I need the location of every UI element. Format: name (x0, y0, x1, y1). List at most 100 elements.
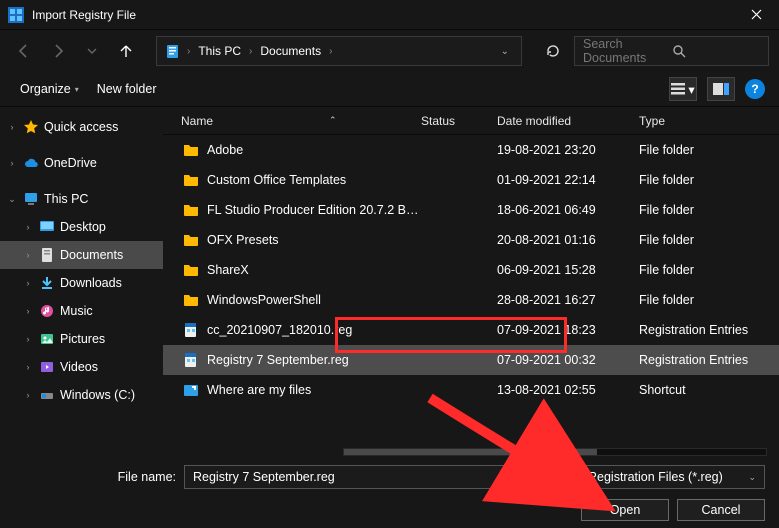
open-button[interactable]: Open (581, 499, 669, 521)
file-row[interactable]: Registry 7 September.reg 07-09-2021 00:32… (163, 345, 779, 375)
forward-button[interactable] (44, 37, 72, 65)
filename-input[interactable]: Registry 7 September.reg ⌄ (184, 465, 571, 489)
cancel-button[interactable]: Cancel (677, 499, 765, 521)
regedit-icon (8, 7, 24, 23)
documents-icon (38, 246, 56, 264)
pc-icon (22, 190, 40, 208)
file-name: Adobe (207, 143, 421, 157)
file-row[interactable]: Adobe 19-08-2021 23:20File folder (163, 135, 779, 165)
back-button[interactable] (10, 37, 38, 65)
file-row[interactable]: Where are my files13-08-2021 02:55Shortc… (163, 375, 779, 405)
title-bar: Import Registry File (0, 0, 779, 30)
file-name: Custom Office Templates (207, 173, 421, 187)
file-row[interactable]: WindowsPowerShell28-08-2021 16:27File fo… (163, 285, 779, 315)
file-date: 06-09-2021 15:28 (497, 263, 639, 277)
organize-menu[interactable]: Organize▾ (14, 78, 85, 100)
sidebar-item-music[interactable]: › Music (0, 297, 163, 325)
address-bar[interactable]: › This PC › Documents › ⌄ (156, 36, 522, 66)
chevron-right-icon: › (329, 46, 332, 57)
music-icon (38, 302, 56, 320)
file-name: FL Studio Producer Edition 20.7.2 Build … (207, 203, 421, 217)
nav-bar: › This PC › Documents › ⌄ Search Documen… (0, 30, 779, 72)
drive-icon (38, 386, 56, 404)
documents-icon (165, 43, 181, 59)
file-date: 07-09-2021 00:32 (497, 353, 639, 367)
file-type-filter[interactable]: Registration Files (*.reg) ⌄ (579, 465, 765, 489)
chevron-down-icon: ⌄ (6, 194, 18, 205)
file-row[interactable]: ShareX06-09-2021 15:28File folder (163, 255, 779, 285)
file-type: File folder (639, 203, 779, 217)
file-name: OFX Presets (207, 233, 421, 247)
sidebar-item-windows-c[interactable]: › Windows (C:) (0, 381, 163, 409)
column-name[interactable]: Name (181, 114, 213, 128)
file-date: 18-06-2021 06:49 (497, 203, 639, 217)
sort-asc-icon: ⌃ (329, 115, 337, 126)
column-date[interactable]: Date modified (497, 114, 639, 128)
file-type: File folder (639, 143, 779, 157)
cloud-icon (22, 154, 40, 172)
file-type: Registration Entries (639, 323, 779, 337)
search-field[interactable]: Search Documents (574, 36, 769, 66)
chevron-down-icon[interactable]: ⌄ (554, 472, 562, 483)
downloads-icon (38, 274, 56, 292)
breadcrumb-thispc[interactable]: This PC (192, 40, 247, 62)
file-name: Registry 7 September.reg (207, 353, 421, 367)
sidebar-item-downloads[interactable]: › Downloads (0, 269, 163, 297)
videos-icon (38, 358, 56, 376)
file-row[interactable]: cc_20210907_182010.reg 07-09-2021 18:23Re… (163, 315, 779, 345)
preview-pane-button[interactable] (707, 77, 735, 101)
file-type: File folder (639, 173, 779, 187)
sidebar-item-documents[interactable]: › Documents (0, 241, 163, 269)
folder-icon (181, 170, 201, 190)
file-name: WindowsPowerShell (207, 293, 421, 307)
dialog-footer: File name: Registry 7 September.reg ⌄ Re… (0, 458, 779, 528)
sidebar-item-pictures[interactable]: › Pictures (0, 325, 163, 353)
address-dropdown[interactable]: ⌄ (493, 42, 517, 61)
up-button[interactable] (112, 37, 140, 65)
search-placeholder: Search Documents (583, 37, 672, 65)
file-name: Where are my files (207, 383, 421, 397)
column-status[interactable]: Status (421, 114, 497, 128)
file-name: cc_20210907_182010.reg (207, 323, 421, 337)
sidebar-item-onedrive[interactable]: › OneDrive (0, 149, 163, 177)
column-headers[interactable]: Name ⌃ Status Date modified Type (163, 107, 779, 135)
filename-label: File name: (0, 470, 176, 484)
file-date: 19-08-2021 23:20 (497, 143, 639, 157)
shortcut-icon (181, 380, 201, 400)
sidebar-item-quick-access[interactable]: › Quick access (0, 113, 163, 141)
file-type: File folder (639, 233, 779, 247)
sidebar-item-thispc[interactable]: ⌄ This PC (0, 185, 163, 213)
horizontal-scrollbar[interactable] (343, 448, 767, 456)
file-date: 01-09-2021 22:14 (497, 173, 639, 187)
folder-icon (181, 290, 201, 310)
file-date: 20-08-2021 01:16 (497, 233, 639, 247)
view-list-button[interactable]: ▾ (669, 77, 697, 101)
recent-dropdown[interactable] (78, 37, 106, 65)
file-name: ShareX (207, 263, 421, 277)
close-button[interactable] (734, 0, 779, 30)
file-row[interactable]: Custom Office Templates 01-09-2021 22:14F… (163, 165, 779, 195)
file-date: 07-09-2021 18:23 (497, 323, 639, 337)
chevron-right-icon: › (6, 122, 18, 132)
chevron-down-icon: ⌄ (748, 472, 756, 483)
file-type: Shortcut (639, 383, 779, 397)
regfile-icon (181, 320, 201, 340)
column-type[interactable]: Type (639, 114, 779, 128)
file-type: Registration Entries (639, 353, 779, 367)
new-folder-button[interactable]: New folder (91, 78, 163, 100)
file-date: 28-08-2021 16:27 (497, 293, 639, 307)
desktop-icon (38, 218, 56, 236)
window-title: Import Registry File (32, 8, 136, 22)
command-bar: Organize▾ New folder ▾ ? (0, 72, 779, 106)
file-row[interactable]: OFX Presets 20-08-2021 01:16File folder (163, 225, 779, 255)
chevron-right-icon: › (249, 46, 252, 57)
refresh-button[interactable] (538, 43, 568, 59)
sidebar-item-videos[interactable]: › Videos (0, 353, 163, 381)
folder-icon (181, 200, 201, 220)
folder-icon (181, 140, 201, 160)
folder-icon (181, 260, 201, 280)
sidebar-item-desktop[interactable]: › Desktop (0, 213, 163, 241)
help-button[interactable]: ? (745, 79, 765, 99)
breadcrumb-documents[interactable]: Documents (254, 40, 327, 62)
file-row[interactable]: FL Studio Producer Edition 20.7.2 Build … (163, 195, 779, 225)
